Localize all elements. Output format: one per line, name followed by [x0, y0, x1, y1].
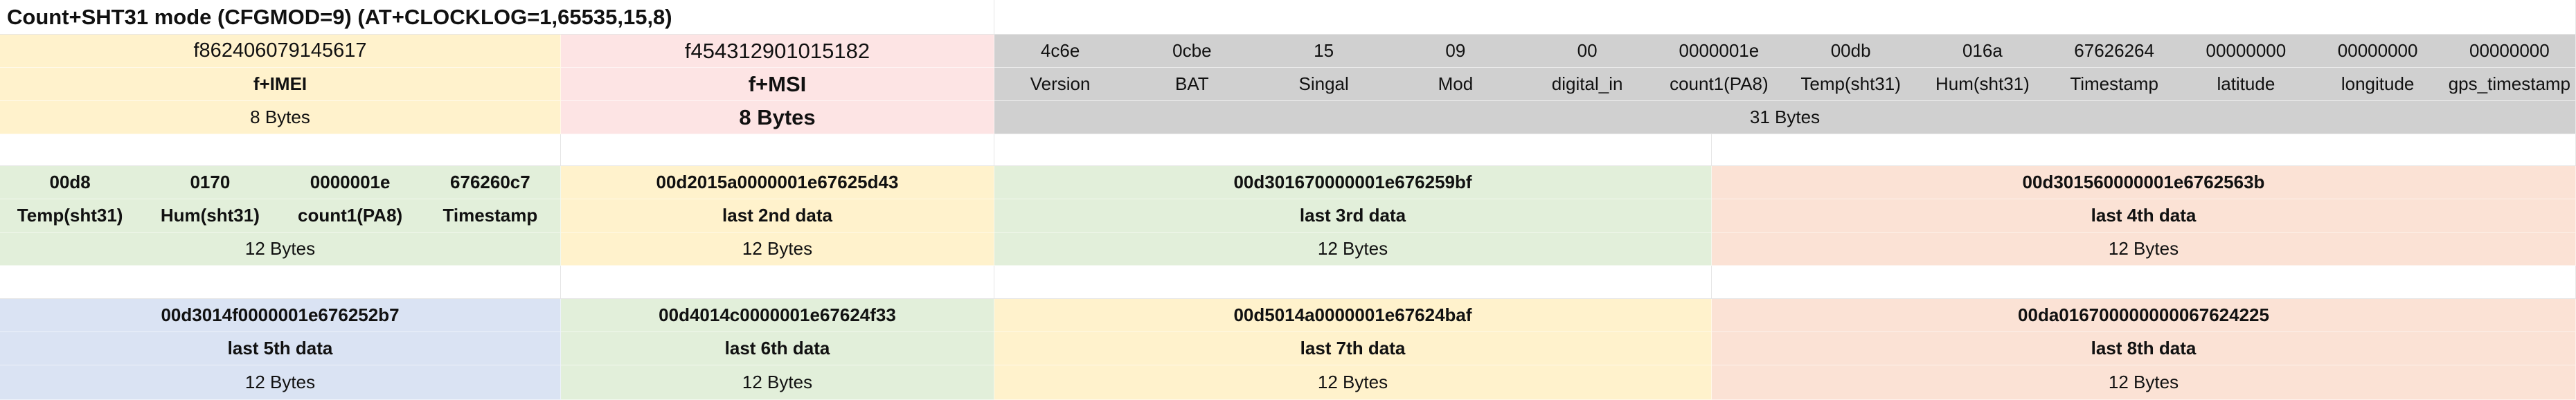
last-5th-label[interactable]: last 5th data	[0, 332, 561, 365]
imsi-value[interactable]: f454312901015182	[561, 35, 994, 68]
field-label: Temp(sht31)	[1800, 73, 1901, 94]
first-data-label: Timestamp	[442, 205, 538, 226]
first-data-bytes[interactable]: 12 Bytes	[0, 233, 561, 266]
field-value: 0000001e	[1679, 40, 1760, 61]
last-3rd-bytes[interactable]: 12 Bytes	[994, 233, 1712, 266]
first-data-label: Temp(sht31)	[17, 205, 123, 226]
field-value: 00000000	[2469, 40, 2550, 61]
blank-row	[0, 266, 2576, 299]
last-data-labels-row-2: last 5th data last 6th data last 7th dat…	[0, 332, 2576, 365]
fields-bytes[interactable]: 31 Bytes	[994, 101, 2576, 134]
frame-field-values[interactable]: 4c6e 0cbe 15 09 00 0000001e 00db 016a 67…	[994, 35, 2576, 68]
imsi-bytes[interactable]: 8 Bytes	[561, 101, 994, 134]
first-data-label: count1(PA8)	[298, 205, 403, 226]
field-value: 016a	[1962, 40, 2003, 61]
imei-value[interactable]: f862406079145617	[0, 35, 561, 68]
field-value: 0cbe	[1172, 40, 1212, 61]
last-data-bytes-row-2: 12 Bytes 12 Bytes 12 Bytes 12 Bytes	[0, 365, 2576, 400]
last-2nd-label[interactable]: last 2nd data	[561, 199, 994, 233]
frame-values-row: f862406079145617 f454312901015182 4c6e 0…	[0, 35, 2576, 68]
last-4th-bytes[interactable]: 12 Bytes	[1712, 233, 2576, 266]
frame-labels-row: f+IMEI f+MSI Version BAT Singal Mod digi…	[0, 68, 2576, 101]
empty-cell[interactable]	[561, 134, 994, 166]
frame-bytes-row: 8 Bytes 8 Bytes 31 Bytes	[0, 101, 2576, 134]
imei-bytes[interactable]: 8 Bytes	[0, 101, 561, 134]
field-label: count1(PA8)	[1670, 73, 1769, 94]
empty-cell[interactable]	[994, 266, 1712, 299]
sheet-title[interactable]: Count+SHT31 mode (CFGMOD=9) (AT+CLOCKLOG…	[0, 0, 994, 35]
last-6th-value[interactable]: 00d4014c0000001e67624f33	[561, 299, 994, 332]
field-label: Timestamp	[2070, 73, 2158, 94]
field-label: Singal	[1298, 73, 1349, 94]
field-value: 00000000	[2337, 40, 2418, 61]
first-data-value: 0170	[190, 172, 231, 192]
last-4th-value[interactable]: 00d301560000001e6762563b	[1712, 166, 2576, 199]
last-2nd-bytes[interactable]: 12 Bytes	[561, 233, 994, 266]
field-label: Mod	[1438, 73, 1474, 94]
frame-field-labels[interactable]: Version BAT Singal Mod digital_in count1…	[994, 68, 2576, 101]
empty-cell[interactable]	[0, 134, 561, 166]
empty-cell[interactable]	[994, 0, 2576, 35]
empty-cell[interactable]	[1712, 134, 2576, 166]
last-data-values-row-1: 00d8 0170 0000001e 676260c7 00d2015a0000…	[0, 166, 2576, 199]
first-data-value: 0000001e	[310, 172, 391, 192]
first-data-labels[interactable]: Temp(sht31) Hum(sht31) count1(PA8) Times…	[0, 199, 561, 233]
last-2nd-value[interactable]: 00d2015a0000001e67625d43	[561, 166, 994, 199]
empty-cell[interactable]	[994, 134, 1712, 166]
last-5th-value[interactable]: 00d3014f0000001e676252b7	[0, 299, 561, 332]
last-data-labels-row-1: Temp(sht31) Hum(sht31) count1(PA8) Times…	[0, 199, 2576, 233]
empty-cell[interactable]	[1712, 266, 2576, 299]
last-7th-label[interactable]: last 7th data	[994, 332, 1712, 365]
field-label: gps_timestamp	[2448, 73, 2571, 94]
empty-cell[interactable]	[561, 266, 994, 299]
last-3rd-label[interactable]: last 3rd data	[994, 199, 1712, 233]
last-8th-label[interactable]: last 8th data	[1712, 332, 2576, 365]
last-7th-bytes[interactable]: 12 Bytes	[994, 365, 1712, 400]
field-value: 4c6e	[1040, 40, 1080, 61]
field-label: digital_in	[1551, 73, 1623, 94]
last-4th-label[interactable]: last 4th data	[1712, 199, 2576, 233]
field-value: 15	[1314, 40, 1334, 61]
spreadsheet: Count+SHT31 mode (CFGMOD=9) (AT+CLOCKLOG…	[0, 0, 2576, 400]
field-value: 67626264	[2074, 40, 2154, 61]
first-data-value: 676260c7	[450, 172, 530, 192]
last-data-values-row-2: 00d3014f0000001e676252b7 00d4014c0000001…	[0, 299, 2576, 332]
field-label: Hum(sht31)	[1935, 73, 2030, 94]
first-data-label: Hum(sht31)	[160, 205, 260, 226]
imsi-label[interactable]: f+MSI	[561, 68, 994, 101]
blank-row	[0, 134, 2576, 166]
first-data-values[interactable]: 00d8 0170 0000001e 676260c7	[0, 166, 561, 199]
field-value: 09	[1445, 40, 1466, 61]
empty-cell[interactable]	[0, 266, 561, 299]
field-label: latitude	[2217, 73, 2275, 94]
last-7th-value[interactable]: 00d5014a0000001e67624baf	[994, 299, 1712, 332]
field-label: longitude	[2341, 73, 2415, 94]
last-5th-bytes[interactable]: 12 Bytes	[0, 365, 561, 400]
first-data-value: 00d8	[49, 172, 91, 192]
last-6th-bytes[interactable]: 12 Bytes	[561, 365, 994, 400]
field-value: 00000000	[2206, 40, 2287, 61]
last-8th-bytes[interactable]: 12 Bytes	[1712, 365, 2576, 400]
field-value: 00db	[1830, 40, 1871, 61]
last-8th-value[interactable]: 00da016700000000067624225	[1712, 299, 2576, 332]
field-label: Version	[1030, 73, 1091, 94]
last-data-bytes-row-1: 12 Bytes 12 Bytes 12 Bytes 12 Bytes	[0, 233, 2576, 266]
last-6th-label[interactable]: last 6th data	[561, 332, 994, 365]
field-value: 00	[1577, 40, 1598, 61]
imei-label[interactable]: f+IMEI	[0, 68, 561, 101]
last-3rd-value[interactable]: 00d301670000001e676259bf	[994, 166, 1712, 199]
field-label: BAT	[1175, 73, 1209, 94]
title-row: Count+SHT31 mode (CFGMOD=9) (AT+CLOCKLOG…	[0, 0, 2576, 35]
